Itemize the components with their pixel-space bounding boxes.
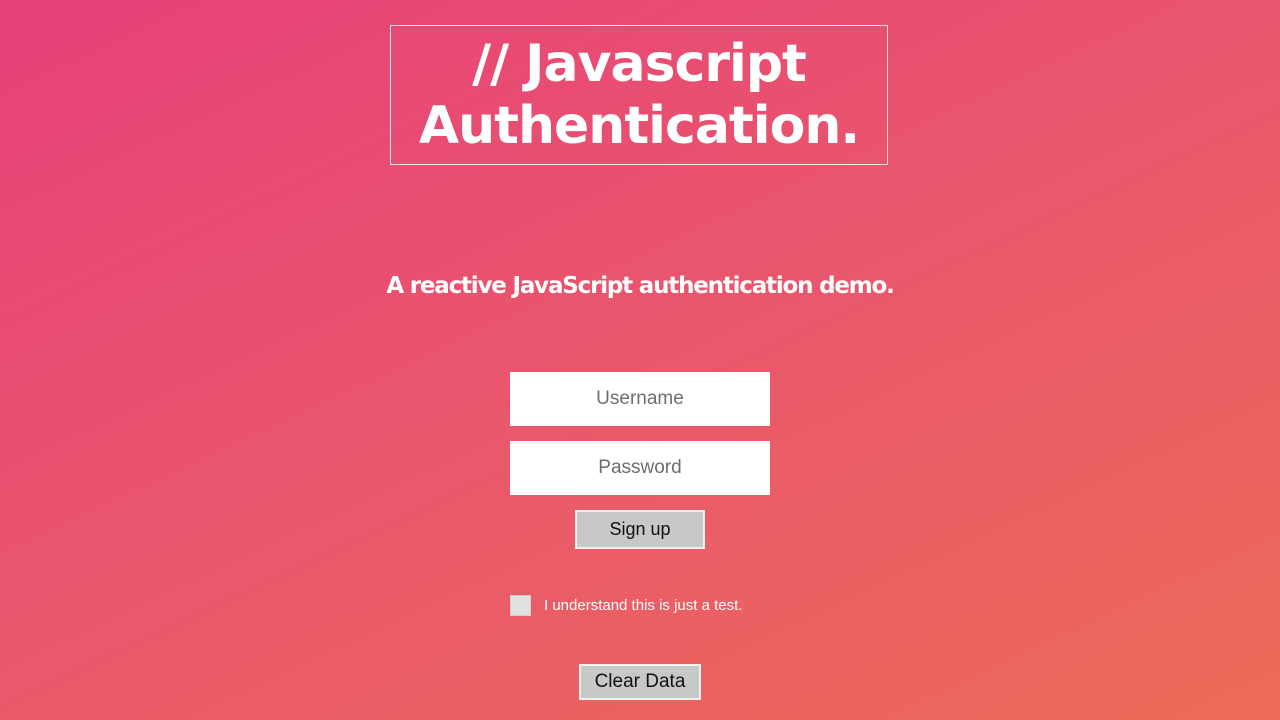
consent-label: I understand this is just a test. <box>544 596 743 614</box>
password-input[interactable] <box>510 441 770 495</box>
consent-row: I understand this is just a test. <box>510 594 742 616</box>
signup-button[interactable]: Sign up <box>575 510 705 549</box>
consent-checkbox[interactable] <box>510 594 531 616</box>
title-line-2: Authentication. <box>418 96 860 156</box>
clear-data-button[interactable]: Clear Data <box>579 664 701 700</box>
page-subtitle: A reactive JavaScript authentication dem… <box>386 273 895 299</box>
username-input[interactable] <box>510 372 770 426</box>
title-line-1: // Javascript <box>472 34 807 94</box>
title-box: // Javascript Authentication. <box>390 25 888 165</box>
